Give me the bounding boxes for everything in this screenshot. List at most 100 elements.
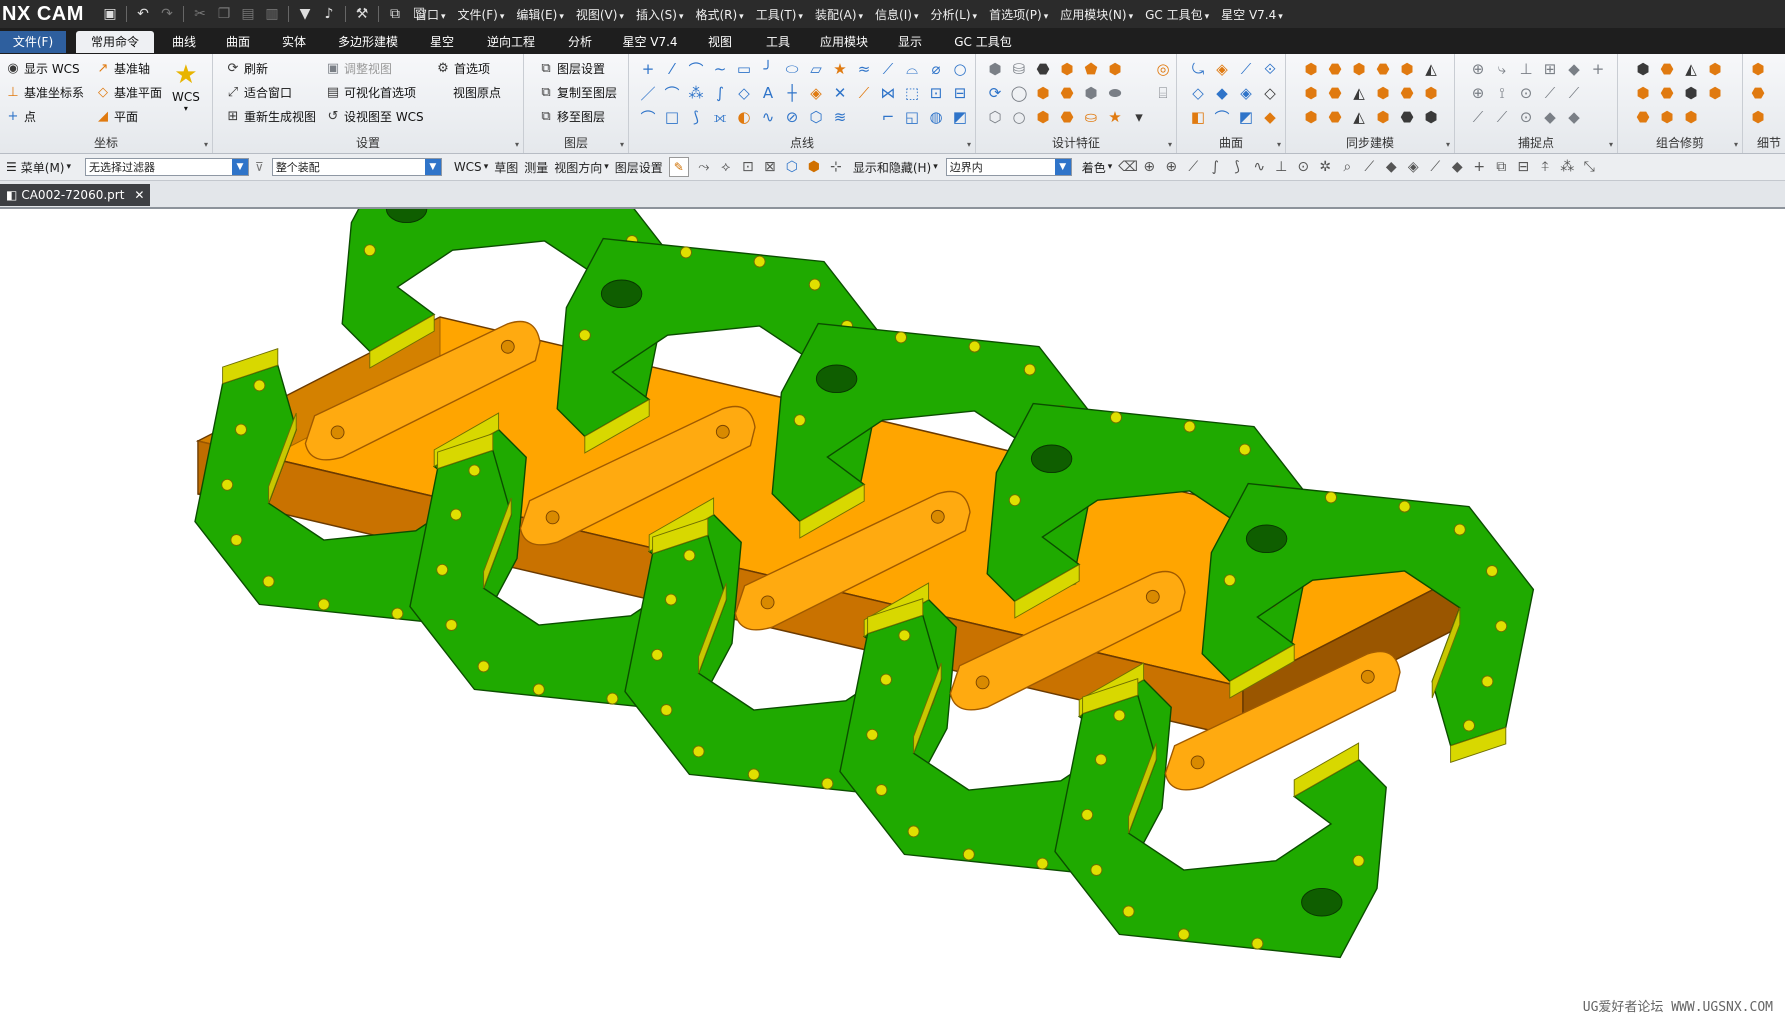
cylinder-icon[interactable]: ⛁	[1008, 58, 1030, 80]
snap-existing-icon[interactable]: ⟋	[1467, 106, 1489, 128]
ruled-icon[interactable]: ⟐	[1259, 58, 1281, 80]
paste-special-icon[interactable]: ▥	[262, 4, 282, 24]
hexagon-icon[interactable]: ⬡	[805, 106, 827, 128]
section-icon[interactable]: ⊟	[949, 82, 971, 104]
menu-tools[interactable]: 工具(T) ▾	[756, 6, 803, 23]
group-expand-icon[interactable]: ▾	[1277, 140, 1281, 149]
measure-button[interactable]: 测量	[524, 159, 548, 176]
cut-face-icon[interactable]: ⬣	[1324, 82, 1346, 104]
sketch-icon[interactable]: ◇	[733, 82, 755, 104]
layer-settings-button[interactable]: ⧉ 图层设置	[538, 60, 605, 77]
wcs-dropdown-button[interactable]: ★ WCS ▾	[172, 60, 200, 113]
subtract-icon[interactable]: ⬣	[1656, 58, 1678, 80]
refresh-button[interactable]: ⟳ 刷新	[225, 60, 268, 77]
ellipse-icon[interactable]: ⬭	[781, 58, 803, 80]
face-icon[interactable]: ◆	[1382, 159, 1400, 175]
snap-plane-icon[interactable]: ◆	[1563, 58, 1585, 80]
helix-icon[interactable]: ⌀	[925, 58, 947, 80]
text-icon[interactable]: A	[757, 82, 779, 104]
save-icon[interactable]: ▣	[100, 4, 120, 24]
shade-button[interactable]: 着色 ▾	[1082, 159, 1113, 176]
trim-icon[interactable]: ✕	[829, 82, 851, 104]
rectangle-icon[interactable]: ▭	[733, 58, 755, 80]
arc-icon[interactable]: ⌒	[685, 58, 707, 80]
star-icon[interactable]: ★	[1104, 106, 1126, 128]
rib-icon[interactable]: ⬣	[1056, 106, 1078, 128]
curve-icon[interactable]: ∫	[709, 82, 731, 104]
corner-icon[interactable]: ⌐	[877, 106, 899, 128]
spline-icon[interactable]: ∿	[1250, 159, 1268, 175]
tab-curve[interactable]: 曲线	[160, 31, 208, 53]
divide-face-icon[interactable]: ⬣	[1632, 106, 1654, 128]
blank-icon[interactable]	[1128, 82, 1150, 104]
copy-icon[interactable]: ❐	[214, 4, 234, 24]
group-expand-icon[interactable]: ▾	[1734, 140, 1738, 149]
menu-gc-toolkit[interactable]: GC 工具包 ▾	[1145, 6, 1209, 23]
wave-icon[interactable]: ∿	[757, 106, 779, 128]
tab-surface[interactable]: 曲面	[214, 31, 262, 53]
revolve-icon[interactable]: ⟳	[984, 82, 1006, 104]
chevron-down-icon[interactable]: ▾	[1128, 106, 1150, 128]
snap-point-icon[interactable]: +	[1587, 58, 1609, 80]
make-parallel-icon[interactable]: ⬢	[1372, 106, 1394, 128]
make-perpendicular-icon[interactable]: ⬣	[1396, 106, 1418, 128]
pattern-face-icon[interactable]: ⬣	[1396, 82, 1418, 104]
snap-tangent-icon[interactable]: ⟋	[1539, 82, 1561, 104]
line-2-icon[interactable]: ／	[637, 82, 659, 104]
curve-icon[interactable]: ∫	[1206, 159, 1224, 175]
intersection-icon[interactable]: ┼	[781, 82, 803, 104]
tab-gc-toolkit[interactable]: GC 工具包	[942, 31, 1024, 53]
line-icon[interactable]: ⁄	[661, 58, 683, 80]
snap-hexagon-icon[interactable]: ⬡	[783, 159, 801, 175]
gear-icon[interactable]: ✲	[1316, 159, 1334, 175]
show-wcs-button[interactable]: ◉ 显示 WCS	[5, 60, 79, 77]
plane-button[interactable]: ◢ 平面	[95, 108, 138, 125]
patch-icon[interactable]: ◆	[1259, 106, 1281, 128]
trim-body-icon[interactable]: ⬢	[1704, 58, 1726, 80]
square-icon[interactable]: □	[661, 106, 683, 128]
pad-icon[interactable]: ⬢	[1080, 82, 1102, 104]
group-expand-icon[interactable]: ▾	[1446, 140, 1450, 149]
tab-xingkong[interactable]: 星空	[416, 31, 468, 53]
replace-face-icon[interactable]: ⬣	[1372, 58, 1394, 80]
offset-region-icon[interactable]: ⬢	[1348, 58, 1370, 80]
draft-icon[interactable]: ⬢	[1747, 106, 1769, 128]
intersect-icon[interactable]: ◭	[1680, 58, 1702, 80]
group-expand-icon[interactable]: ▾	[967, 140, 971, 149]
menu-window[interactable]: 窗口 ▾	[415, 6, 446, 23]
sphere-icon[interactable]: ◯	[1008, 82, 1030, 104]
groove-icon[interactable]: ⬬	[1104, 82, 1126, 104]
menu-information[interactable]: 信息(I) ▾	[875, 6, 918, 23]
blank-icon[interactable]	[1587, 82, 1609, 104]
snap-face-icon[interactable]: ◆	[1539, 106, 1561, 128]
point-icon[interactable]: +	[637, 58, 659, 80]
tab-home[interactable]: 常用命令	[76, 31, 154, 53]
mirror-icon[interactable]: ⟗	[709, 106, 731, 128]
menu-view[interactable]: 视图(V) ▾	[576, 6, 624, 23]
window-icon[interactable]: ⧉	[1492, 159, 1510, 175]
snap-point-icon[interactable]: ⊹	[827, 159, 845, 175]
arc-2-icon[interactable]: ⌒	[661, 82, 683, 104]
snap-mid-icon[interactable]: ⟡	[717, 159, 735, 175]
menu-edit[interactable]: 编辑(E) ▾	[516, 6, 563, 23]
circle-icon[interactable]: ○	[949, 58, 971, 80]
point-icon[interactable]: +	[1470, 159, 1488, 175]
chamfer-icon[interactable]: ⬣	[1747, 82, 1769, 104]
sew-body-icon[interactable]: ⬣	[1656, 82, 1678, 104]
tab-view[interactable]: 视图	[694, 31, 746, 53]
swept-icon[interactable]: ⟋	[1235, 58, 1257, 80]
offset-surface-icon[interactable]: ◈	[1235, 82, 1257, 104]
undo-icon[interactable]: ↶	[133, 4, 153, 24]
window-icon[interactable]: ⧉	[385, 4, 405, 24]
fit-window-button[interactable]: ⤢ 适合窗口	[225, 84, 292, 101]
more-icon[interactable]: ⤡	[1580, 159, 1598, 175]
datum-plane-button[interactable]: ◇ 基准平面	[95, 84, 162, 101]
type-filter-dropdown[interactable]: 无选择过滤器 ▼	[85, 158, 250, 176]
extract-icon[interactable]: ◈	[805, 82, 827, 104]
edge-icon[interactable]: ⟋	[1426, 159, 1444, 175]
copy-to-layer-button[interactable]: ⧉ 复制至图层	[538, 84, 617, 101]
show-hide-button[interactable]: 显示和隐藏(H) ▾	[853, 159, 938, 176]
group-expand-icon[interactable]: ▾	[1168, 140, 1172, 149]
offset-body-icon[interactable]: ⬢	[1656, 106, 1678, 128]
hexagon-icon[interactable]: ⬡	[984, 106, 1006, 128]
